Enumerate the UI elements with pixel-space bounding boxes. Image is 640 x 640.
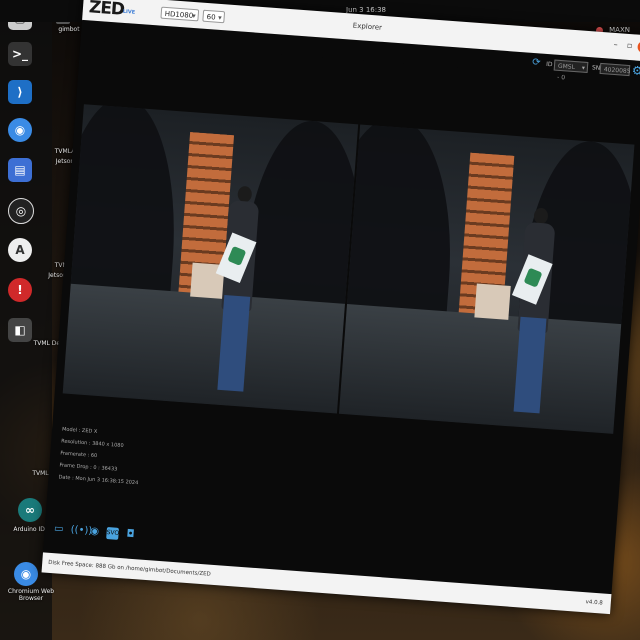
svo-icon[interactable]: SVO: [106, 527, 119, 540]
settings-gear-icon[interactable]: ⚙: [631, 63, 640, 78]
camera-id-select[interactable]: GMSL - 0: [553, 59, 589, 81]
ubuntu-icon[interactable]: ◎: [8, 198, 34, 224]
wireless-icon[interactable]: ((•)): [70, 524, 92, 537]
refresh-icon[interactable]: ⟳: [532, 57, 541, 69]
app-icon[interactable]: ◧: [8, 318, 32, 342]
minimize-icon[interactable]: –: [609, 39, 622, 52]
bottom-toolbar: ▭ ((•)) ◉ SVO ◘: [52, 523, 137, 541]
desktop-label: Chromium Web Browser: [7, 588, 55, 602]
serial-number-field[interactable]: 4020085: [599, 62, 631, 77]
arduino-icon[interactable]: ∞: [18, 498, 42, 522]
version-label: v4.0.8: [585, 599, 603, 607]
zed-explorer-window: ZED LIVE HD1080 60 Explorer – ▫ × ⟳ ID G…: [41, 0, 640, 615]
maximize-icon[interactable]: ▫: [623, 40, 636, 53]
left-camera-view[interactable]: [62, 104, 359, 414]
camera-info-panel: Model : ZED X Resolution : 3840 x 1080 F…: [58, 423, 142, 489]
stereo-video-view[interactable]: [62, 104, 635, 434]
update-icon[interactable]: !: [8, 278, 32, 302]
vscode-icon[interactable]: ⟩: [8, 80, 32, 104]
software-icon[interactable]: A: [8, 238, 32, 262]
id-label: ID: [545, 60, 553, 69]
folder-icon[interactable]: ▭: [52, 523, 65, 536]
terminal-icon[interactable]: >_: [8, 42, 32, 66]
banner: [474, 283, 511, 320]
chromium-desktop-icon[interactable]: ◉: [14, 562, 38, 586]
record-icon[interactable]: ◉: [88, 526, 101, 539]
document-icon[interactable]: ▤: [8, 158, 32, 182]
chromium-icon[interactable]: ◉: [8, 118, 32, 142]
camera-icon[interactable]: ◘: [124, 528, 137, 541]
right-camera-view[interactable]: [338, 124, 635, 434]
